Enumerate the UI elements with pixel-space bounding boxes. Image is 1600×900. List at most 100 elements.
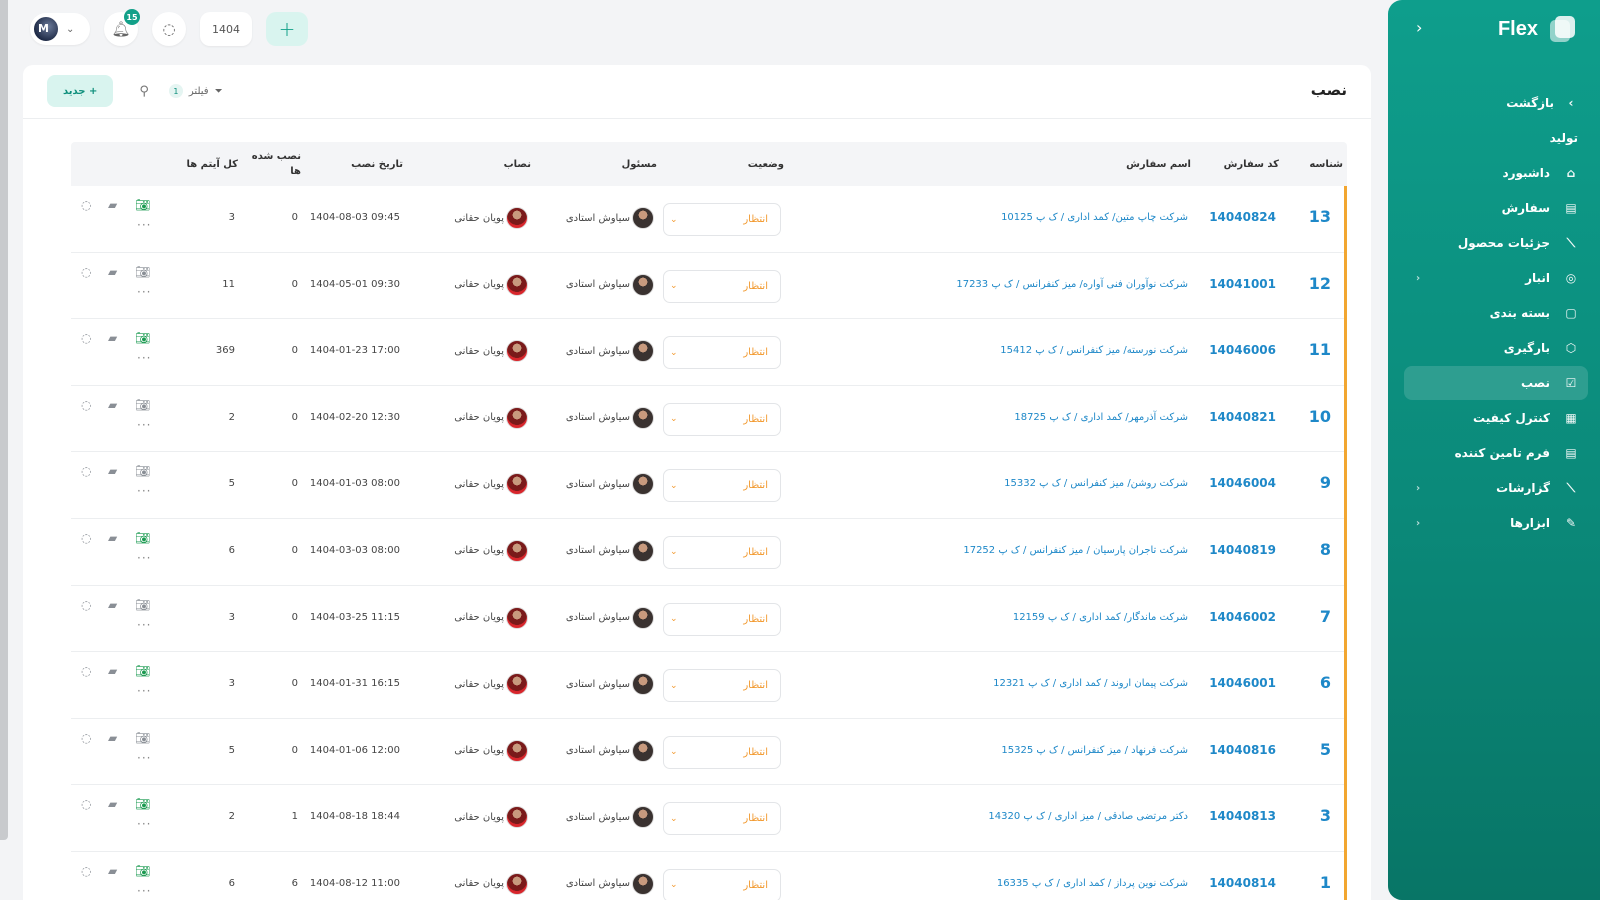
header-installer[interactable]: نصاب [504, 159, 531, 170]
order-code-link[interactable]: 14046004 [1209, 476, 1276, 490]
header-name[interactable]: اسم سفارش [1126, 159, 1191, 170]
row-id[interactable]: 6 [1320, 673, 1331, 692]
sidebar-item-4[interactable]: ⟋ جزئیات محصول [1404, 226, 1588, 260]
more-icon[interactable]: ··· [137, 684, 151, 698]
note-icon[interactable]: ▰ [108, 331, 117, 345]
status-select[interactable]: انتظار ⌄ [663, 336, 781, 370]
sidebar-item-8[interactable]: ☑ نصب [1404, 366, 1588, 400]
note-icon[interactable]: ▰ [108, 797, 117, 811]
more-icon[interactable]: ··· [137, 884, 151, 898]
camera-icon[interactable]: 📷︎ [135, 864, 150, 878]
status-select[interactable]: انتظار ⌄ [663, 535, 781, 569]
order-name-link[interactable]: شرکت آذرمهر/ کمد اداری / ک پ 18725 [1014, 412, 1188, 423]
order-name-link[interactable]: شرکت فرنهاد / میز کنفرانس / ک پ 15325 [1001, 745, 1188, 756]
sidebar-item-10[interactable]: ▤ فرم تامین کننده [1404, 436, 1588, 470]
collapse-sidebar-button[interactable]: ‹ [1416, 18, 1422, 37]
table-row[interactable]: 12 14041001 شرکت نوآوران فنی آواره/ میز کن… [71, 253, 1344, 320]
camera-icon[interactable]: 📷︎ [135, 398, 150, 412]
row-id[interactable]: 9 [1320, 473, 1331, 492]
order-code-link[interactable]: 14040813 [1209, 809, 1276, 823]
header-status[interactable]: وضعیت [748, 159, 784, 170]
order-name-link[interactable]: شرکت نوآوران فنی آواره/ میز کنفرانس / ک … [956, 279, 1188, 290]
table-row[interactable]: 10 14040821 شرکت آذرمهر/ کمد اداری / ک پ 1… [71, 386, 1344, 453]
order-code-link[interactable]: 14041001 [1209, 277, 1276, 291]
note-icon[interactable]: ▰ [108, 531, 117, 545]
chat-icon[interactable]: ◌ [81, 265, 91, 279]
order-name-link[interactable]: شرکت چاپ متین/ کمد اداری / ک پ 10125 [1001, 212, 1188, 223]
sidebar-item-0[interactable]: › بازگشت [1404, 86, 1588, 120]
chat-icon[interactable]: ◌ [81, 797, 91, 811]
camera-icon[interactable]: 📷︎ [135, 198, 150, 212]
note-icon[interactable]: ▰ [108, 864, 117, 878]
header-installed[interactable]: نصب شده ها [251, 149, 301, 179]
status-select[interactable]: انتظار ⌄ [663, 402, 781, 436]
order-name-link[interactable]: شرکت نوین پرداز / کمد اداری / ک پ 16335 [997, 878, 1188, 889]
row-id[interactable]: 1 [1320, 873, 1331, 892]
table-row[interactable]: 11 14046006 شرکت نورسته/ میز کنفرانس / ک پ… [71, 319, 1344, 386]
table-row[interactable]: 7 14046002 شرکت ماندگار/ کمد اداری / ک پ 1… [71, 586, 1344, 653]
camera-icon[interactable]: 📷︎ [135, 331, 150, 345]
chat-icon[interactable]: ◌ [81, 398, 91, 412]
chat-icon[interactable]: ◌ [81, 331, 91, 345]
more-icon[interactable]: ··· [137, 218, 151, 232]
chat-icon[interactable]: ◌ [81, 731, 91, 745]
status-select[interactable]: انتظار ⌄ [663, 469, 781, 503]
order-name-link[interactable]: شرکت تاجران پارسیان / میز کنفرانس / ک پ … [963, 545, 1188, 556]
more-icon[interactable]: ··· [137, 418, 151, 432]
more-icon[interactable]: ··· [137, 484, 151, 498]
note-icon[interactable]: ▰ [108, 598, 117, 612]
note-icon[interactable]: ▰ [108, 664, 117, 678]
note-icon[interactable]: ▰ [108, 464, 117, 478]
order-code-link[interactable]: 14046006 [1209, 343, 1276, 357]
camera-icon[interactable]: 📷︎ [135, 265, 150, 279]
sidebar-item-2[interactable]: ⌂ داشبورد [1404, 156, 1588, 190]
header-code[interactable]: کد سفارش [1224, 159, 1279, 170]
order-name-link[interactable]: شرکت نورسته/ میز کنفرانس / ک پ 15412 [1000, 345, 1188, 356]
order-code-link[interactable]: 14040819 [1209, 543, 1276, 557]
messages-button[interactable]: ◌ [152, 12, 186, 46]
row-id[interactable]: 11 [1309, 340, 1331, 359]
camera-icon[interactable]: 📷︎ [135, 464, 150, 478]
chat-icon[interactable]: ◌ [81, 531, 91, 545]
status-select[interactable]: انتظار ⌄ [663, 669, 781, 703]
sidebar-item-9[interactable]: ▦ کنترل کیفیت [1404, 401, 1588, 435]
camera-icon[interactable]: 📷︎ [135, 531, 150, 545]
row-id[interactable]: 12 [1309, 274, 1331, 293]
note-icon[interactable]: ▰ [108, 265, 117, 279]
sidebar-item-11[interactable]: ⟋ گزارشات ‹ [1404, 471, 1588, 505]
status-select[interactable]: انتظار ⌄ [663, 602, 781, 636]
table-row[interactable]: 1 14040814 شرکت نوین پرداز / کمد اداری / ک… [71, 852, 1344, 900]
order-name-link[interactable]: شرکت ماندگار/ کمد اداری / ک پ 12159 [1013, 612, 1188, 623]
row-id[interactable]: 8 [1320, 540, 1331, 559]
row-id[interactable]: 5 [1320, 740, 1331, 759]
order-code-link[interactable]: 14040814 [1209, 876, 1276, 890]
more-icon[interactable]: ··· [137, 618, 151, 632]
row-id[interactable]: 13 [1309, 207, 1331, 226]
header-total[interactable]: کل آیتم ها [187, 159, 239, 170]
chat-icon[interactable]: ◌ [81, 198, 91, 212]
order-name-link[interactable]: شرکت پیمان اروند / کمد اداری / ک پ 12321 [993, 678, 1188, 689]
notifications-button[interactable]: 🔔︎ 15 [104, 9, 140, 46]
new-button[interactable]: + جدید [47, 75, 114, 107]
camera-icon[interactable]: 📷︎ [135, 797, 150, 811]
note-icon[interactable]: ▰ [108, 198, 117, 212]
order-code-link[interactable]: 14040821 [1209, 410, 1276, 424]
search-icon[interactable]: ⚲ [139, 84, 149, 99]
order-name-link[interactable]: شرکت روشن/ میز کنفرانس / ک پ 15332 [1004, 478, 1188, 489]
status-select[interactable]: انتظار ⌄ [663, 868, 781, 900]
status-select[interactable]: انتظار ⌄ [663, 735, 781, 769]
filter-button[interactable]: 1 فیلتر ⏷ [168, 84, 223, 98]
status-select[interactable]: انتظار ⌄ [663, 203, 781, 236]
header-responsible[interactable]: مسئول [622, 159, 657, 170]
year-selector[interactable]: 1404 [200, 12, 252, 46]
order-code-link[interactable]: 14040816 [1209, 743, 1276, 757]
sidebar-item-12[interactable]: ✎ ابزارها ‹ [1404, 506, 1588, 540]
chat-icon[interactable]: ◌ [81, 464, 91, 478]
more-icon[interactable]: ··· [137, 751, 151, 765]
table-row[interactable]: 3 14040813 دکتر مرتضی صادقی / میز اداری / … [71, 785, 1344, 852]
status-select[interactable]: انتظار ⌄ [663, 269, 781, 303]
status-select[interactable]: انتظار ⌄ [663, 802, 781, 836]
add-button[interactable]: + [266, 12, 308, 46]
user-menu[interactable]: ⌄ [30, 13, 90, 45]
order-code-link[interactable]: 14040824 [1209, 210, 1276, 224]
